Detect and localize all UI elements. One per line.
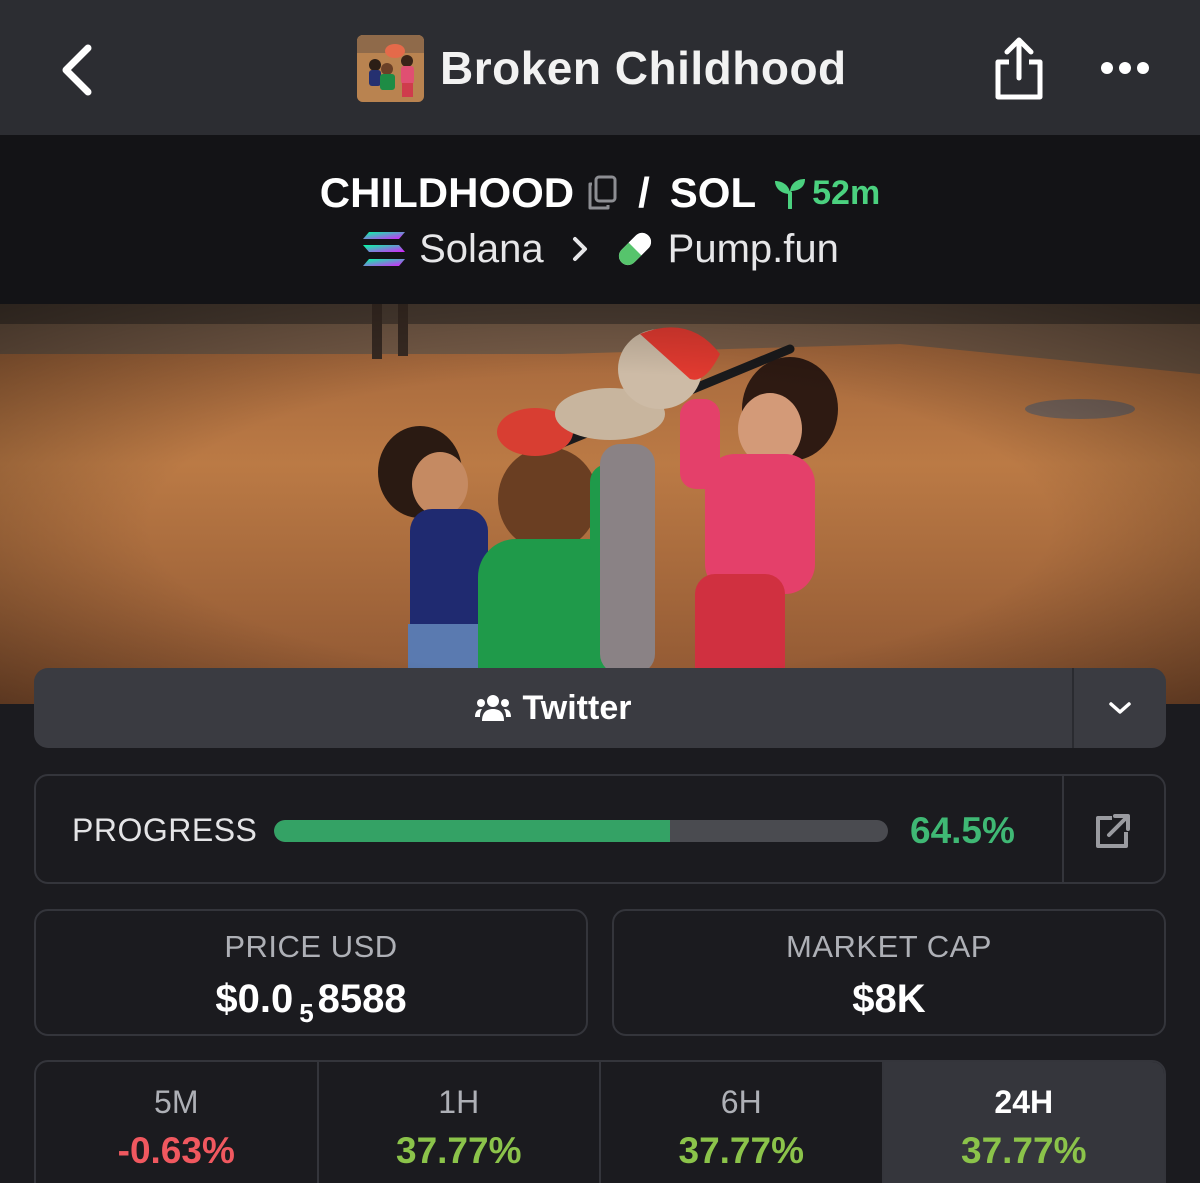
seedling-icon [775, 179, 806, 209]
price-digits: 8588 [317, 977, 407, 1021]
chevron-down-icon [1109, 702, 1131, 714]
market-cap-value: $8K [852, 977, 926, 1021]
timeframe-label: 1H [438, 1084, 480, 1120]
socials-bar: Twitter [34, 668, 1166, 748]
progress-label: PROGRESS [72, 812, 258, 848]
tab-1h[interactable]: 1H 37.77% [319, 1062, 601, 1183]
copy-icon[interactable] [586, 175, 618, 211]
token-thumbnail [357, 34, 424, 102]
users-icon [474, 695, 511, 721]
timeframe-label: 5M [154, 1084, 199, 1120]
external-link-icon[interactable] [1092, 812, 1132, 852]
dex-name[interactable]: Pump.fun [668, 227, 839, 272]
chain-row: Solana Pump.fun [0, 223, 1200, 275]
more-button[interactable] [1092, 46, 1158, 90]
price-usd-label: PRICE USD [224, 929, 398, 964]
tab-6h[interactable]: 6H 37.77% [601, 1062, 884, 1183]
twitter-button[interactable]: Twitter [34, 668, 1072, 748]
timeframe-change: 37.77% [396, 1130, 522, 1171]
timeframe-label: 24H [994, 1084, 1054, 1120]
price-zero-count: 5 [299, 998, 314, 1028]
pair-row: CHILDHOOD / SOL 52m [0, 163, 1200, 223]
tab-24h[interactable]: 24H 37.77% [883, 1062, 1164, 1183]
nav-title-group: Broken Childhood [357, 34, 847, 102]
chevron-right-icon [572, 237, 587, 261]
timeframe-tabs: 5M -0.63% 1H 37.77% 6H 37.77% 24H 37.77% [34, 1060, 1166, 1183]
market-cap-label: MARKET CAP [786, 929, 992, 964]
pill-icon [618, 232, 651, 266]
quote-token-symbol: SOL [669, 169, 757, 216]
pair-age: 52m [772, 174, 880, 213]
progress-value: 64.5% [910, 810, 1015, 851]
tab-5m[interactable]: 5M -0.63% [36, 1062, 319, 1183]
pair-age-text: 52m [812, 173, 881, 212]
chain-name[interactable]: Solana [419, 227, 544, 272]
socials-expand-button[interactable] [1074, 668, 1166, 748]
price-usd-value: $0.0 5 8588 [36, 977, 586, 1028]
pair-separator: / [638, 169, 650, 216]
timeframe-change: 37.77% [678, 1130, 805, 1171]
timeframe-change: 37.77% [961, 1130, 1087, 1171]
share-icon [995, 37, 1043, 100]
more-icon [1101, 62, 1149, 74]
token-banner-image [0, 304, 1200, 704]
share-button[interactable] [990, 34, 1048, 104]
bonding-progress-card: PROGRESS 64.5% [34, 774, 1166, 884]
twitter-label: Twitter [522, 688, 632, 727]
timeframe-label: 6H [720, 1084, 762, 1120]
progress-bar [274, 820, 888, 842]
base-token-symbol: CHILDHOOD [319, 169, 575, 216]
market-cap-card: MARKET CAP $8K [612, 909, 1166, 1036]
chevron-left-icon [62, 44, 92, 96]
progress-divider [1062, 776, 1064, 882]
top-nav-bar: Broken Childhood [0, 0, 1200, 135]
price-usd-card: PRICE USD $0.0 5 8588 [34, 909, 588, 1036]
timeframe-change: -0.63% [117, 1130, 235, 1171]
page-title: Broken Childhood [440, 42, 847, 94]
price-prefix: $0.0 [215, 977, 294, 1021]
solana-icon [363, 232, 406, 266]
pair-header: CHILDHOOD / SOL 52m Solana Pump.fun [0, 135, 1200, 304]
progress-bar-fill [274, 820, 671, 842]
back-button[interactable] [48, 40, 104, 100]
